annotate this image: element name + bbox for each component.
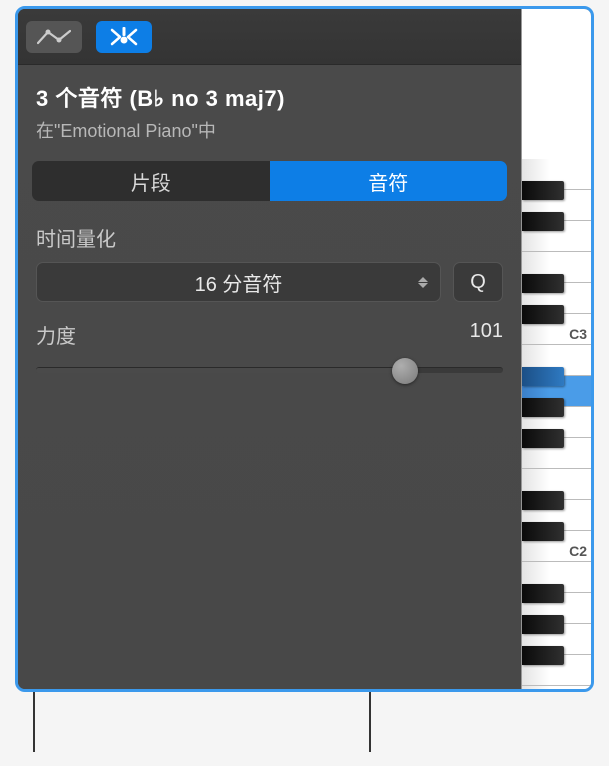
key-label-c2: C2 bbox=[569, 543, 587, 559]
quantize-select[interactable]: 16 分音符 bbox=[36, 262, 441, 302]
automation-tool-button[interactable] bbox=[26, 21, 82, 53]
callout-line-left bbox=[33, 692, 35, 752]
tab-segmented-control: 片段 音符 bbox=[32, 161, 507, 201]
black-key[interactable] bbox=[522, 181, 564, 200]
white-key[interactable] bbox=[522, 686, 591, 692]
black-key[interactable] bbox=[522, 367, 564, 386]
piano-keyboard[interactable]: C3 C2 bbox=[521, 9, 591, 689]
key-label-c3: C3 bbox=[569, 326, 587, 342]
note-controls: 时间量化 16 分音符 Q 力度 101 bbox=[18, 201, 521, 373]
velocity-slider[interactable] bbox=[36, 367, 503, 373]
quantize-row: 16 分音符 Q bbox=[36, 262, 503, 302]
tab-notes[interactable]: 音符 bbox=[270, 161, 508, 201]
velocity-row: 力度 101 bbox=[36, 320, 503, 349]
selection-header: 3 个音符 (B♭ no 3 maj7) 在"Emotional Piano"中 bbox=[18, 65, 521, 153]
catch-playhead-button[interactable] bbox=[96, 21, 152, 53]
black-key[interactable] bbox=[522, 491, 564, 510]
quantize-label: 时间量化 bbox=[36, 223, 503, 252]
black-key[interactable] bbox=[522, 429, 564, 448]
piano-roll-inspector-panel: 3 个音符 (B♭ no 3 maj7) 在"Emotional Piano"中… bbox=[15, 6, 594, 692]
quantize-apply-button[interactable]: Q bbox=[453, 262, 503, 302]
quantize-value: 16 分音符 bbox=[195, 268, 283, 297]
black-key[interactable] bbox=[522, 398, 564, 417]
inspector-main: 3 个音符 (B♭ no 3 maj7) 在"Emotional Piano"中… bbox=[18, 9, 521, 689]
top-toolbar bbox=[18, 9, 521, 65]
callout-line-right bbox=[369, 692, 371, 752]
black-key[interactable] bbox=[522, 646, 564, 665]
selection-title: 3 个音符 (B♭ no 3 maj7) bbox=[36, 81, 503, 113]
black-key[interactable] bbox=[522, 522, 564, 541]
black-key[interactable] bbox=[522, 274, 564, 293]
velocity-slider-handle[interactable] bbox=[392, 358, 418, 384]
catch-icon bbox=[106, 26, 142, 48]
velocity-label: 力度 bbox=[36, 320, 76, 349]
black-key[interactable] bbox=[522, 212, 564, 231]
automation-icon bbox=[37, 28, 71, 46]
chevron-updown-icon bbox=[418, 277, 428, 288]
black-key[interactable] bbox=[522, 615, 564, 634]
tab-region[interactable]: 片段 bbox=[32, 161, 270, 201]
black-key[interactable] bbox=[522, 305, 564, 324]
velocity-value: 101 bbox=[470, 320, 503, 349]
black-key[interactable] bbox=[522, 584, 564, 603]
selection-subtitle: 在"Emotional Piano"中 bbox=[36, 117, 503, 143]
